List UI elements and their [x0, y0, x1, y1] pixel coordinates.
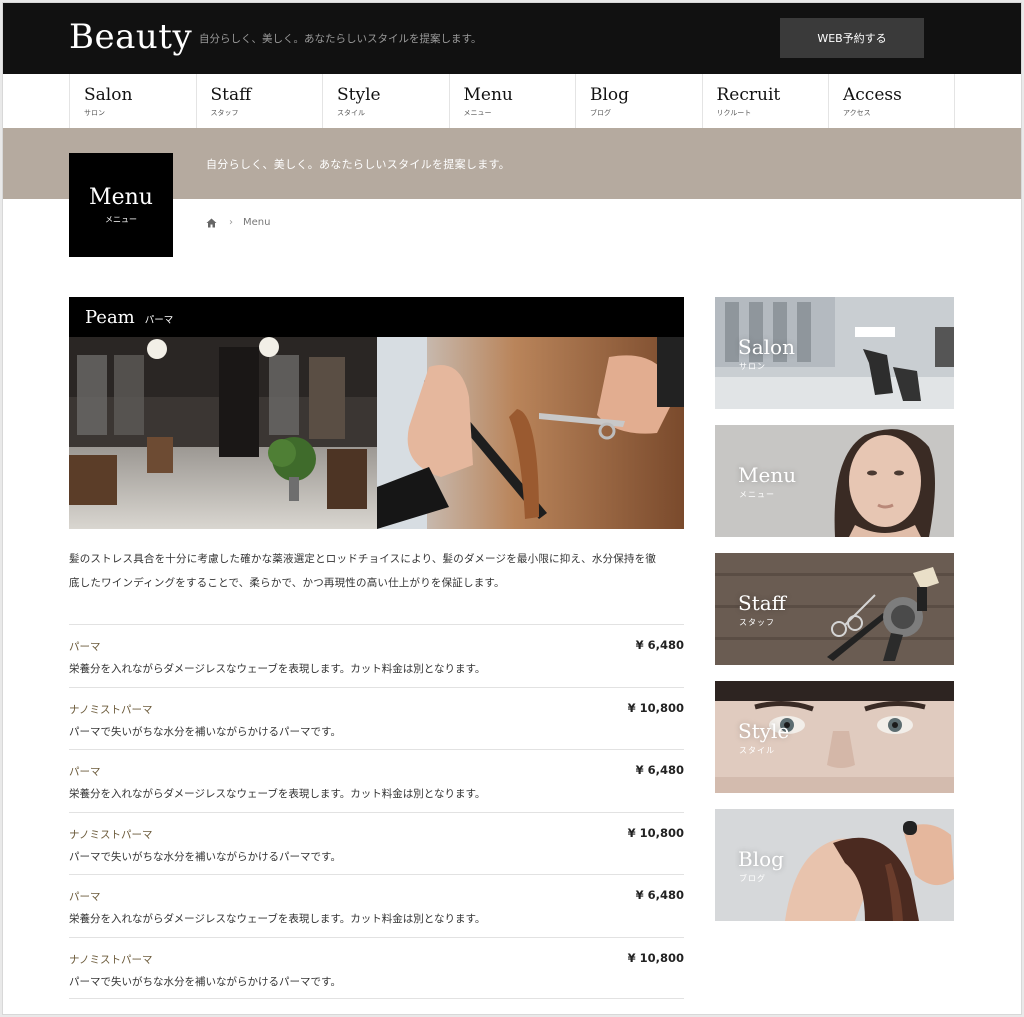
nav-label-jp: ブログ [590, 109, 611, 117]
menu-item-price: ¥ 10,800 [627, 950, 684, 965]
page-title: Menu [89, 185, 153, 210]
sidebar-card-subtitle: サロン [739, 362, 766, 371]
page-title-jp: メニュー [105, 215, 137, 224]
breadcrumb-separator-icon: › [229, 217, 233, 228]
nav-label-jp: メニュー [463, 109, 492, 117]
menu-item-note: 栄養分を入れながらダメージレスなウェーブを表現します。カット料金は別となります。 [69, 663, 486, 675]
nav-label-en: Access [843, 85, 902, 105]
list-item: ナノミストパーマ ¥ 10,800 パーマで失いがちな水分を補いながらかけるパー… [69, 936, 684, 999]
nav-item-menu[interactable]: Menu メニュー [448, 74, 576, 128]
nav-label-en: Style [337, 85, 381, 105]
nav-label-jp: スタッフ [210, 109, 239, 117]
list-item: ナノミストパーマ ¥ 10,800 パーマで失いがちな水分を補いながらかけるパー… [69, 686, 684, 750]
description-line: 髪のストレス具合を十分に考慮した確かな薬液選定とロッドチョイスにより、髪のダメー… [69, 553, 657, 565]
sidebar-card-menu[interactable]: Menu メニュー [715, 425, 954, 537]
menu-item-note: 栄養分を入れながらダメージレスなウェーブを表現します。カット料金は別となります。 [69, 788, 486, 800]
web-reserve-button[interactable]: WEB予約する [780, 18, 924, 58]
breadcrumb: › Menu [206, 217, 270, 228]
sidebar-card-salon[interactable]: Salon サロン [715, 297, 954, 409]
menu-item-price: ¥ 10,800 [627, 700, 684, 715]
nav-item-access[interactable]: Access アクセス [828, 74, 955, 128]
sidebar-card-title: Menu [738, 463, 797, 487]
list-item: パーマ ¥ 6,480 栄養分を入れながらダメージレスなウェーブを表現します。カ… [69, 624, 684, 687]
nav-label-en: Staff [210, 85, 252, 105]
sidebar-card-title: Salon [738, 335, 795, 359]
sidebar-card-subtitle: メニュー [739, 490, 775, 499]
sidebar-card-title: Blog [738, 847, 784, 871]
sidebar-card-subtitle: スタッフ [739, 618, 775, 627]
breadcrumb-current: Menu [243, 217, 271, 228]
nav-item-staff[interactable]: Staff スタッフ [195, 74, 323, 128]
menu-item-price: ¥ 6,480 [635, 763, 684, 777]
menu-item-name: パーマ [69, 641, 101, 653]
page-frame: Beauty 自分らしく、美しく。あなたらしいスタイルを提案します。 WEB予約… [2, 2, 1022, 1015]
nav-label-jp: リクルート [716, 109, 752, 117]
list-item: パーマ ¥ 6,480 栄養分を入れながらダメージレスなウェーブを表現します。カ… [69, 874, 684, 937]
menu-item-name: パーマ [69, 891, 101, 903]
menu-item-note: 栄養分を入れながらダメージレスなウェーブを表現します。カット料金は別となります。 [69, 913, 486, 925]
sidebar-card-title: Style [738, 719, 790, 743]
menu-item-price: ¥ 6,480 [635, 638, 684, 652]
site-tagline: 自分らしく、美しく。あなたらしいスタイルを提案します。 [199, 33, 482, 45]
nav-label-jp: アクセス [843, 109, 871, 117]
description-line: 底したワインディングをすることで、柔らかで、かつ再現性の高い仕上がりを保証します… [69, 577, 505, 589]
section-header: Peam パーマ [69, 297, 684, 337]
list-item: パーマ ¥ 6,480 栄養分を入れながらダメージレスなウェーブを表現します。カ… [69, 749, 684, 812]
menu-item-note: パーマで失いがちな水分を補いながらかけるパーマです。 [69, 725, 341, 738]
menu-item-price: ¥ 6,480 [635, 888, 684, 902]
sidebar-card-blog[interactable]: Blog ブログ [715, 809, 954, 921]
home-icon[interactable] [206, 218, 217, 228]
global-nav: Salon サロン Staff スタッフ Style スタイル Menu メニュ… [69, 74, 955, 128]
nav-item-salon[interactable]: Salon サロン [69, 74, 196, 128]
nav-label-en: Menu [463, 85, 513, 105]
nav-label-jp: サロン [84, 109, 105, 117]
sidebar-card-staff[interactable]: Staff スタッフ [715, 553, 954, 665]
sidebar-card-subtitle: ブログ [739, 874, 766, 883]
menu-item-name: ナノミストパーマ [69, 953, 153, 966]
nav-item-style[interactable]: Style スタイル [322, 74, 449, 128]
top-header: Beauty 自分らしく、美しく。あなたらしいスタイルを提案します。 WEB予約… [3, 3, 1021, 74]
sidebar-card-style[interactable]: Style スタイル [715, 681, 954, 793]
page-title-box: Menu メニュー [69, 153, 173, 257]
sidebar-card-subtitle: スタイル [739, 746, 775, 755]
section-title-jp: パーマ [144, 314, 174, 326]
section-hero-image [69, 337, 684, 529]
menu-item-name: パーマ [69, 766, 101, 778]
menu-item-name: ナノミストパーマ [69, 703, 153, 716]
menu-item-note: パーマで失いがちな水分を補いながらかけるパーマです。 [69, 975, 341, 988]
nav-item-recruit[interactable]: Recruit リクルート [701, 74, 829, 128]
section-description: 髪のストレス具合を十分に考慮した確かな薬液選定とロッドチョイスにより、髪のダメー… [69, 547, 684, 595]
menu-item-name: ナノミストパーマ [69, 828, 153, 841]
sidebar-card-title: Staff [738, 591, 786, 615]
nav-label-jp: スタイル [337, 109, 365, 117]
menu-item-note: パーマで失いがちな水分を補いながらかけるパーマです。 [69, 850, 341, 863]
nav-item-blog[interactable]: Blog ブログ [575, 74, 702, 128]
nav-label-en: Blog [590, 85, 630, 105]
list-item: ナノミストパーマ ¥ 10,800 パーマで失いがちな水分を補いながらかけるパー… [69, 811, 684, 875]
menu-item-price: ¥ 10,800 [627, 825, 684, 840]
nav-label-en: Salon [84, 85, 133, 105]
nav-label-en: Recruit [716, 85, 781, 105]
banner-text: 自分らしく、美しく。あなたらしいスタイルを提案します。 [206, 158, 510, 171]
section-title: Peam [85, 306, 135, 328]
menu-list: パーマ ¥ 6,480 栄養分を入れながらダメージレスなウェーブを表現します。カ… [69, 624, 684, 999]
site-logo[interactable]: Beauty [69, 17, 192, 57]
